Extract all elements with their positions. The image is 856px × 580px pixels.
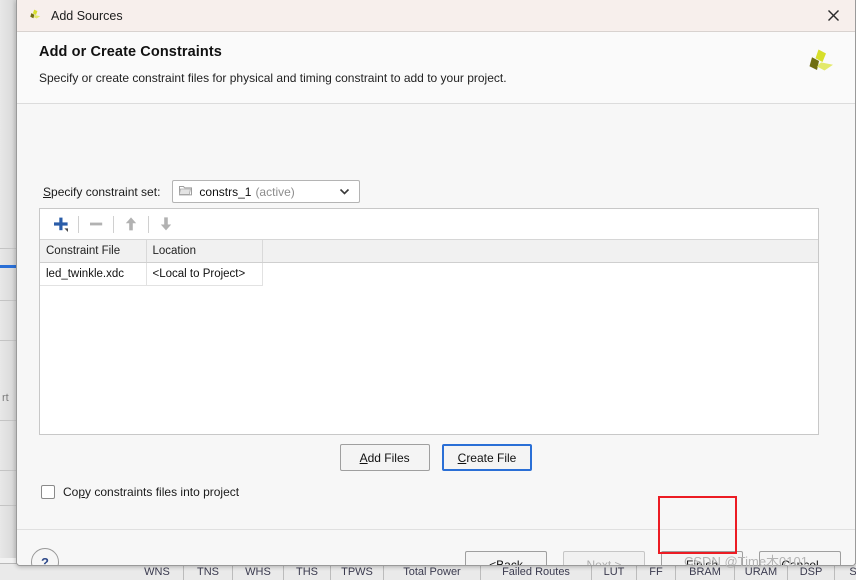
add-files-button[interactable]: Add Files	[339, 444, 430, 471]
add-sources-dialog: Add Sources Add or Create Constraints Sp…	[16, 0, 856, 566]
column-header-constraint-file[interactable]: Constraint File	[40, 240, 147, 263]
dialog-header: Add or Create Constraints Specify or cre…	[17, 32, 855, 104]
close-icon[interactable]	[811, 0, 855, 31]
page-subtitle: Specify or create constraint files for p…	[39, 71, 507, 85]
copy-constraints-label: Copy constraints files into project	[63, 485, 240, 499]
dialog-titlebar: Add Sources	[17, 0, 855, 32]
background-column-header: Start	[835, 564, 856, 580]
page-title: Add or Create Constraints	[39, 44, 222, 60]
constraint-set-row: Specify constraint set: constrs_1 (activ…	[43, 180, 361, 203]
background-column-header: Total Power	[384, 564, 481, 580]
cell-location: <Local to Project>	[146, 262, 263, 286]
constraint-set-name: constrs_1	[199, 184, 252, 199]
checkbox-box[interactable]	[41, 485, 55, 499]
background-column-header: WNS	[131, 564, 184, 580]
next-button[interactable]: Next >	[563, 551, 645, 566]
add-files-mnemonic: A	[359, 450, 368, 465]
toolbar-separator	[148, 215, 149, 233]
create-file-mnemonic: C	[457, 450, 467, 465]
chevron-down-icon	[338, 185, 351, 201]
cell-filler	[262, 262, 818, 285]
constraint-files-panel: Constraint File Location led_twinkle.xdc…	[39, 208, 819, 435]
add-files-label-rest: dd Files	[367, 450, 410, 465]
vivado-logo-icon	[27, 8, 43, 24]
dialog-body: Specify constraint set: constrs_1 (activ…	[17, 104, 855, 529]
minus-icon[interactable]	[83, 212, 109, 236]
create-file-label-rest: reate File	[466, 450, 517, 465]
toolbar-separator	[78, 215, 79, 233]
background-column-header: FF	[637, 564, 676, 580]
next-mnemonic: N	[586, 557, 596, 566]
plus-icon[interactable]	[48, 212, 74, 236]
copy-constraints-checkbox[interactable]: Copy constraints files into project	[41, 485, 239, 499]
table-row[interactable]: led_twinkle.xdc <Local to Project>	[40, 262, 818, 286]
constraint-set-label: Specify constraint set:	[43, 184, 161, 199]
column-header-filler	[262, 240, 818, 263]
constraint-set-state: (active)	[255, 184, 295, 199]
back-mnemonic: B	[496, 557, 505, 566]
dialog-title: Add Sources	[51, 8, 123, 23]
folder-icon	[179, 185, 193, 199]
file-action-buttons: Add Files Create File	[17, 444, 855, 471]
watermark: CSDN @Time木0101	[684, 554, 808, 569]
constraint-files-table: Constraint File Location led_twinkle.xdc…	[40, 240, 818, 286]
background-column-header: WHS	[233, 564, 284, 580]
vivado-logo-icon	[803, 47, 837, 84]
arrow-up-icon[interactable]	[118, 212, 144, 236]
constraint-files-toolbar	[40, 209, 818, 240]
arrow-down-icon[interactable]	[153, 212, 179, 236]
toolbar-separator	[113, 215, 114, 233]
back-button[interactable]: < Back	[465, 551, 547, 566]
background-column-header: Failed Routes	[481, 564, 592, 580]
background-column-header: THS	[284, 564, 331, 580]
background-column-header: TNS	[184, 564, 233, 580]
table-header-row: Constraint File Location	[40, 240, 818, 263]
background-column-header: LUT	[592, 564, 637, 580]
constraint-set-dropdown[interactable]: constrs_1 (active)	[172, 180, 361, 203]
background-column-header: TPWS	[331, 564, 384, 580]
create-file-button[interactable]: Create File	[441, 444, 533, 471]
cell-constraint-file: led_twinkle.xdc	[40, 262, 147, 286]
column-header-location[interactable]: Location	[146, 240, 263, 263]
help-button[interactable]: ?	[31, 548, 59, 565]
